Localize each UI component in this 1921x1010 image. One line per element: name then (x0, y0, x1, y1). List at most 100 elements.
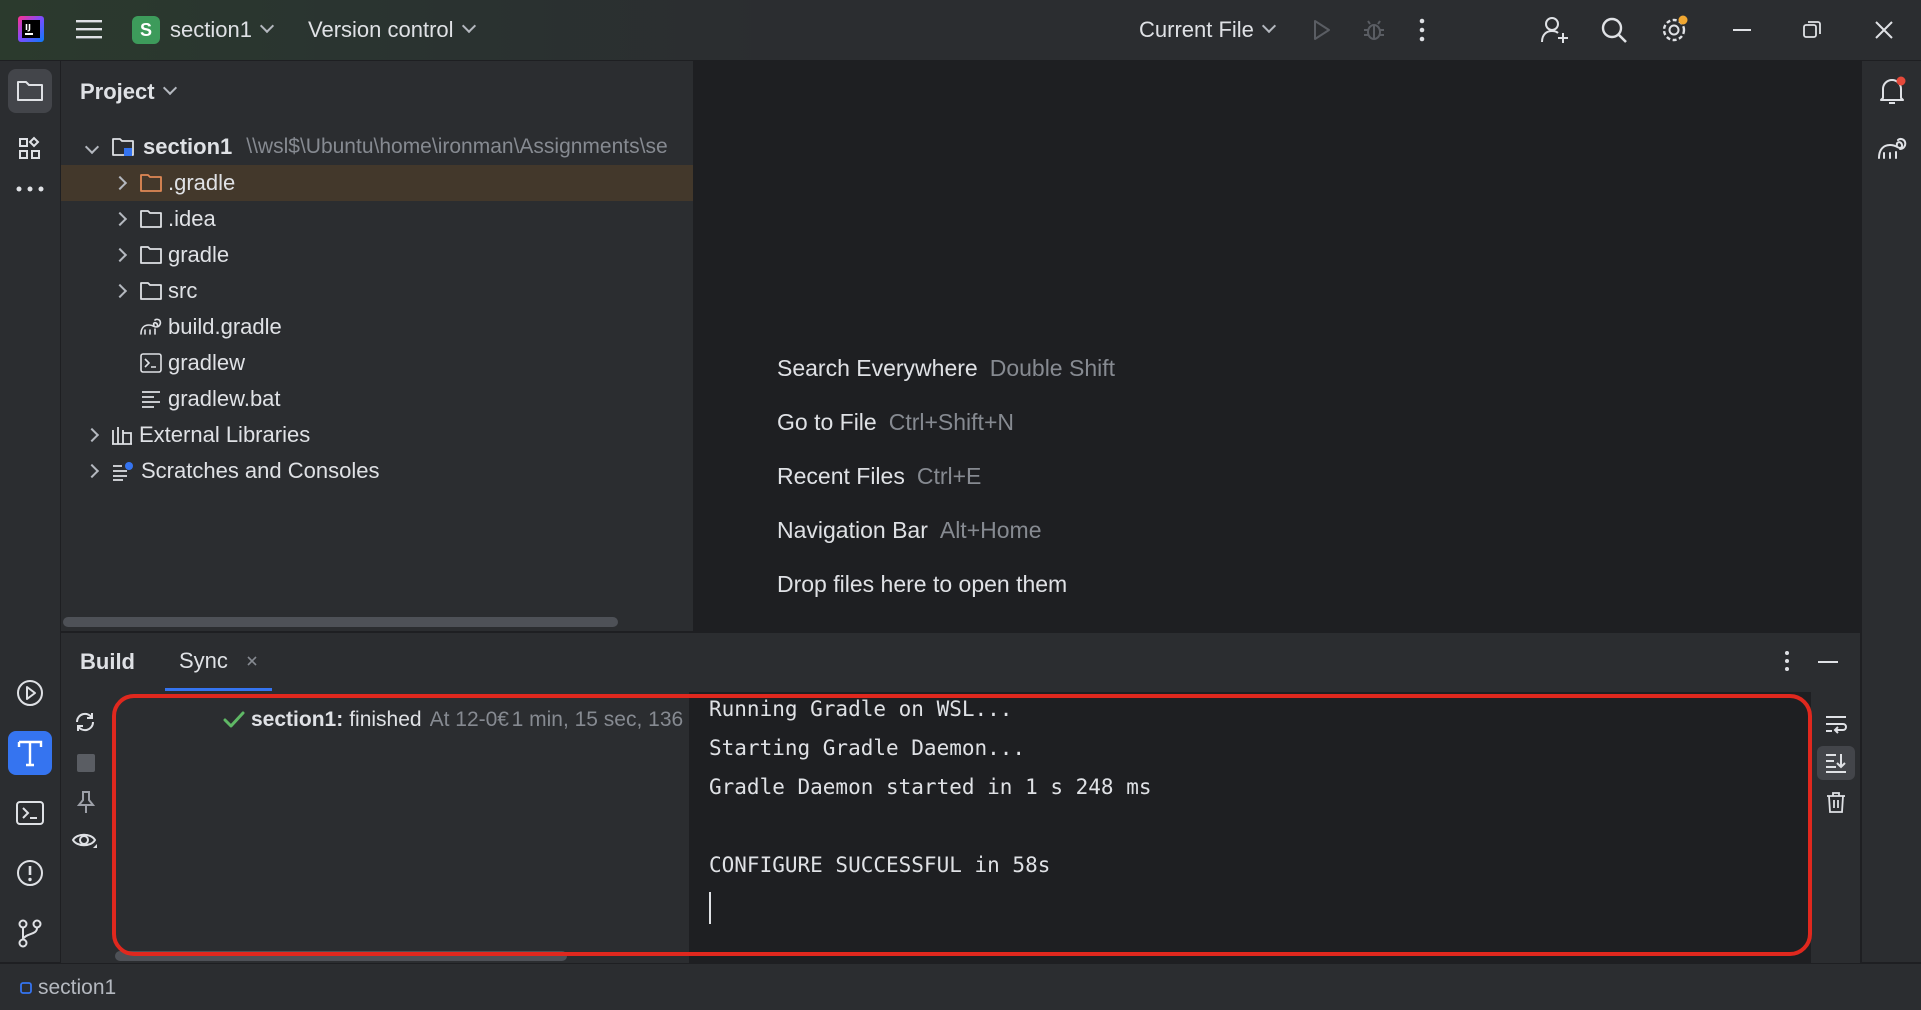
pin-tab-icon[interactable] (75, 790, 97, 814)
build-duration: 1 min, 15 sec, 136 ms (511, 708, 718, 731)
notifications-button[interactable] (1870, 69, 1914, 113)
run-tool-button[interactable] (8, 671, 52, 715)
hint-label: Recent Files (777, 463, 905, 489)
git-tool-button[interactable] (8, 911, 52, 955)
panel-title: Project (80, 79, 155, 104)
project-name: section1 (170, 17, 252, 42)
restore-window-icon[interactable] (1803, 21, 1821, 39)
tab-sync[interactable]: Sync (165, 633, 272, 691)
module-square-icon (20, 982, 32, 994)
search-icon[interactable] (1600, 16, 1628, 44)
git-branch-icon (18, 919, 42, 948)
hint-drop-files: Drop files here to open them (777, 571, 1067, 598)
project-switcher[interactable]: S section1 (132, 16, 275, 44)
gradle-file-icon (140, 318, 162, 335)
resync-icon[interactable] (73, 710, 97, 734)
gradle-elephant-icon (1878, 137, 1907, 159)
left-tool-strip (0, 61, 61, 962)
scroll-to-end-button[interactable] (1817, 746, 1855, 780)
hint-label: Search Everywhere (777, 355, 978, 381)
chevron-right-icon (112, 211, 128, 227)
folder-icon (17, 81, 43, 101)
tree-item-label: .gradle (168, 170, 236, 195)
project-view-selector[interactable]: Project (80, 79, 177, 105)
tree-row-root[interactable]: section1 \\wsl$\Ubuntu\home\ironman\Assi… (61, 129, 693, 165)
build-tree-pane: section1: finished At 12-0€ 1 min, 15 se… (115, 692, 717, 963)
libraries-icon (112, 427, 132, 445)
chevron-down-icon (162, 80, 177, 96)
build-tool-button[interactable] (8, 731, 52, 775)
run-configuration-selector[interactable]: Current File (1139, 17, 1276, 43)
project-badge: S (132, 16, 160, 44)
scroll-to-end-icon (1826, 754, 1846, 773)
status-bar: section1 (0, 963, 1921, 1010)
folder-icon (140, 246, 162, 264)
tree-row-gradlew-bat[interactable]: gradlew.bat (61, 381, 693, 417)
more-actions-icon[interactable] (1418, 17, 1426, 43)
terminal-tool-button[interactable] (8, 791, 52, 835)
close-tab-icon[interactable] (246, 655, 258, 667)
run-circle-icon (17, 680, 43, 706)
more-horizontal-icon (16, 186, 44, 192)
tree-item-label: gradle (168, 242, 230, 267)
structure-tool-button[interactable] (8, 127, 52, 171)
vcs-widget[interactable]: Version control (308, 17, 476, 43)
problems-tool-button[interactable] (8, 851, 52, 895)
add-user-icon[interactable] (1540, 15, 1570, 45)
debug-icon[interactable] (1361, 17, 1387, 43)
text-caret (709, 892, 711, 924)
close-window-icon[interactable] (1874, 20, 1894, 40)
right-tool-strip (1861, 61, 1921, 962)
build-timestamp: At 12-0€ (429, 708, 509, 731)
chevron-down-icon (461, 18, 476, 34)
minimize-window-icon[interactable] (1733, 29, 1751, 31)
editor-empty-area: Search Everywhere Double Shift Go to File… (694, 61, 1860, 631)
tree-item-label: gradlew (168, 350, 246, 375)
tree-row-external-libraries[interactable]: External Libraries (61, 417, 693, 453)
gradle-tool-button[interactable] (1870, 127, 1914, 171)
tree-item-label: .idea (168, 206, 216, 231)
stop-icon[interactable] (77, 754, 95, 772)
hint-label: Navigation Bar (777, 517, 928, 543)
hint-shortcut: Ctrl+E (916, 463, 982, 489)
settings-gear-icon[interactable] (1659, 15, 1689, 45)
structure-icon (19, 136, 40, 159)
hint-go-to-file: Go to File Ctrl+Shift+N (777, 409, 1014, 436)
more-tool-windows-button[interactable] (8, 167, 52, 211)
hammer-icon (17, 740, 43, 767)
run-icon[interactable] (1309, 18, 1333, 42)
terminal-icon (16, 801, 44, 825)
tree-row-dot-gradle[interactable]: .gradle (61, 165, 693, 201)
intellij-logo-icon[interactable]: IJ (18, 16, 44, 42)
clear-all-trash-icon[interactable] (1826, 791, 1846, 813)
soft-wrap-icon[interactable] (1824, 714, 1848, 734)
view-options-eye-icon[interactable] (71, 830, 99, 852)
build-result-row[interactable]: section1: finished At 12-0€ 1 min, 15 se… (223, 708, 717, 732)
hint-navigation-bar: Navigation Bar Alt+Home (777, 517, 1041, 544)
chevron-right-icon (112, 175, 128, 191)
tree-item-label: Scratches and Consoles (141, 458, 380, 483)
project-horizontal-scrollbar[interactable] (63, 617, 618, 627)
tree-row-src[interactable]: src (61, 273, 693, 309)
tree-row-gradlew[interactable]: gradlew (61, 345, 693, 381)
tree-row-scratches[interactable]: Scratches and Consoles (61, 453, 693, 489)
tree-row-gradle[interactable]: gradle (61, 237, 693, 273)
status-breadcrumb[interactable]: section1 (20, 976, 116, 1000)
tree-row-idea[interactable]: .idea (61, 201, 693, 237)
build-options-icon[interactable] (1784, 650, 1790, 672)
bell-icon (1880, 76, 1906, 104)
hint-search-everywhere: Search Everywhere Double Shift (777, 355, 1115, 382)
tree-row-build-gradle[interactable]: build.gradle (61, 309, 693, 345)
tree-root-path: \\wsl$\Ubuntu\home\ironman\Assignments\s… (246, 135, 668, 158)
build-tool-window: Build Sync section1: finished At 12-0€ 1… (61, 632, 1860, 963)
project-tool-button[interactable] (8, 69, 52, 113)
build-console[interactable]: Running Gradle on WSL... Starting Gradle… (689, 692, 1811, 963)
main-menu-icon[interactable] (76, 18, 102, 40)
hint-shortcut: Alt+Home (939, 517, 1042, 543)
hide-panel-icon[interactable] (1818, 661, 1838, 663)
chevron-right-icon (112, 283, 128, 299)
console-line: Running Gradle on WSL... (709, 697, 1013, 721)
build-tree-scrollbar[interactable] (115, 951, 567, 961)
shell-script-icon (140, 353, 162, 373)
hint-shortcut: Double Shift (989, 355, 1116, 381)
